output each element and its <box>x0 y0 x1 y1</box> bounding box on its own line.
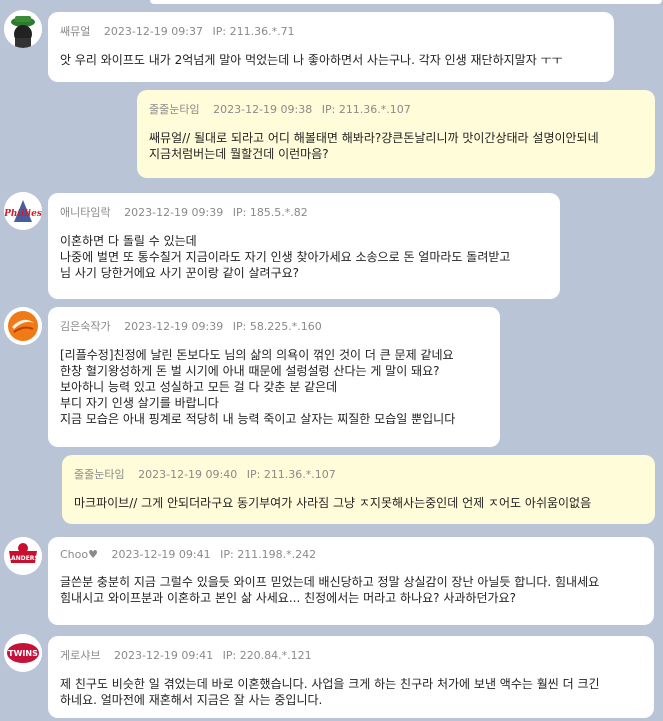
comment-bubble: 김은숙작가 2023-12-19 09:39 IP: 58.225.*.160 … <box>48 307 500 447</box>
phillies-logo-text: Phillies <box>4 209 42 219</box>
comment-meta: 게로샤브 2023-12-19 09:41 IP: 220.84.*.121 <box>60 647 642 663</box>
comment-ip: IP: 220.84.*.121 <box>222 649 312 662</box>
avatar[interactable]: Phillies <box>4 192 42 230</box>
comment-line: 한창 혈기왕성하게 돈 벌 시기에 아내 때문에 설렁설렁 산다는 게 말이 돼… <box>60 364 440 378</box>
comment-nickname[interactable]: Choo♥ <box>60 548 98 561</box>
comment-bubble: 쌔뮤얼 2023-12-19 09:37 IP: 211.36.*.71 앗 우… <box>48 12 614 82</box>
comment-nickname[interactable]: 쌔뮤얼 <box>60 25 90 38</box>
comment-ip: IP: 211.36.*.107 <box>321 103 411 116</box>
comment-bubble: 애니타임락 2023-12-19 09:39 IP: 185.5.*.82 이혼… <box>48 193 560 299</box>
comment-date: 2023-12-19 09:41 <box>111 548 211 561</box>
comment-date: 2023-12-19 09:37 <box>103 25 203 38</box>
orange-swirl-logo-icon <box>4 307 42 345</box>
twins-logo-icon: TWINS <box>4 634 42 672</box>
comment-date: 2023-12-19 09:40 <box>138 468 238 481</box>
comment-line: 지금처럼버는데 뭘할건데 이런마음? <box>149 147 329 161</box>
comment-text: 글쓴분 충분히 지금 그럴수 있을듯 와이프 믿었는데 배신당하고 정말 상실감… <box>60 574 642 606</box>
comment-text: 쌔뮤얼// 될대로 되라고 어디 해볼태면 해봐라?걍큰돈날리니까 맛이간상태라… <box>149 130 643 162</box>
comment-meta: 줄줄눈타임 2023-12-19 09:38 IP: 211.36.*.107 <box>149 101 643 117</box>
comment-bubble: Choo♥ 2023-12-19 09:41 IP: 211.198.*.242… <box>48 537 654 625</box>
comment-line: 앗 우리 와이프도 내가 2억넘게 말아 먹었는데 나 좋아하면서 사는구나. … <box>60 53 563 67</box>
comment-date: 2023-12-19 09:41 <box>113 649 214 662</box>
comment-line: 나중에 벌면 또 통수칠거 지금이라도 자기 인생 찾아가세요 소송으로 돈 얼… <box>60 250 511 264</box>
comment-line: 이혼하면 다 돌릴 수 있는데 <box>60 234 197 248</box>
comment-ip: IP: 211.36.*.107 <box>246 468 336 481</box>
comment-text: 이혼하면 다 돌릴 수 있는데 나중에 벌면 또 통수칠거 지금이라도 자기 인… <box>60 233 548 281</box>
comment-meta: 줄줄눈타임 2023-12-19 09:40 IP: 211.36.*.107 <box>74 466 643 482</box>
comment-line: 보아하니 능력 있고 성실하고 모든 걸 다 갖춘 분 같은데 <box>60 380 338 394</box>
comment-meta: 애니타임락 2023-12-19 09:39 IP: 185.5.*.82 <box>60 204 548 220</box>
comment-line: [리플수정]친정에 날린 돈보다도 님의 삶의 의욕이 꺾인 것이 더 큰 문제… <box>60 348 454 362</box>
previous-comment-edge <box>150 0 662 4</box>
comment-meta: 김은숙작가 2023-12-19 09:39 IP: 58.225.*.160 <box>60 318 488 334</box>
comment-bubble-own: 줄줄눈타임 2023-12-19 09:40 IP: 211.36.*.107 … <box>62 455 655 524</box>
phillies-logo-icon: Phillies <box>4 192 42 230</box>
landers-logo-icon: LANDERS <box>4 537 42 575</box>
avatar[interactable] <box>4 307 42 345</box>
comment-nickname[interactable]: 줄줄눈타임 <box>74 468 125 481</box>
comment-nickname[interactable]: 줄줄눈타임 <box>149 103 200 116</box>
avatar[interactable]: LANDERS <box>4 537 42 575</box>
twins-logo-text: TWINS <box>8 649 38 658</box>
comment-line: 지금 모습은 아내 핑계로 적당히 내 능력 죽이고 살자는 찌질한 모습일 뿐… <box>60 412 456 426</box>
comment-text: [리플수정]친정에 날린 돈보다도 님의 삶의 의욕이 꺾인 것이 더 큰 문제… <box>60 347 488 427</box>
comment-bubble-own: 줄줄눈타임 2023-12-19 09:38 IP: 211.36.*.107 … <box>137 90 655 178</box>
comment-bubble: 게로샤브 2023-12-19 09:41 IP: 220.84.*.121 제… <box>48 636 654 718</box>
comment-meta: Choo♥ 2023-12-19 09:41 IP: 211.198.*.242 <box>60 548 642 561</box>
comment-nickname[interactable]: 김은숙작가 <box>60 320 111 333</box>
comment-line: 마크파이브// 그게 안되더라구요 동기부여가 사라짐 그냥 ㅈ지못해사는중인데… <box>74 496 592 510</box>
comment-line: 님 사기 당한거에요 사기 꾼이랑 같이 살려구요? <box>60 266 300 280</box>
comment-line: 쌔뮤얼// 될대로 되라고 어디 해볼태면 해봐라?걍큰돈날리니까 맛이간상태라… <box>149 131 599 145</box>
comment-nickname[interactable]: 애니타임락 <box>60 206 111 219</box>
comment-text: 제 친구도 비슷한 일 겪었는데 바로 이혼했습니다. 사업을 크게 하는 친구… <box>60 676 642 708</box>
comment-meta: 쌔뮤얼 2023-12-19 09:37 IP: 211.36.*.71 <box>60 23 602 39</box>
comment-date: 2023-12-19 09:39 <box>124 206 224 219</box>
comment-date: 2023-12-19 09:38 <box>213 103 313 116</box>
avatar[interactable] <box>4 10 42 48</box>
comment-date: 2023-12-19 09:39 <box>124 320 224 333</box>
avatar[interactable]: TWINS <box>4 634 42 672</box>
comment-ip: IP: 185.5.*.82 <box>232 206 308 219</box>
comment-ip: IP: 211.36.*.71 <box>212 25 295 38</box>
comment-line: 힘내시고 와이프분과 이혼하고 본인 삶 사세요... 친정에서는 머라고 하나… <box>60 591 516 605</box>
comment-ip: IP: 58.225.*.160 <box>232 320 322 333</box>
comment-text: 마크파이브// 그게 안되더라구요 동기부여가 사라짐 그냥 ㅈ지못해사는중인데… <box>74 495 643 511</box>
comment-line: 글쓴분 충분히 지금 그럴수 있을듯 와이프 믿었는데 배신당하고 정말 상실감… <box>60 575 600 589</box>
hat-avatar-icon <box>4 10 42 48</box>
comment-line: 부디 자기 인생 살기를 바랍니다 <box>60 396 219 410</box>
comment-line: 제 친구도 비슷한 일 겪었는데 바로 이혼했습니다. 사업을 크게 하는 친구… <box>60 677 600 691</box>
comment-ip: IP: 211.198.*.242 <box>220 548 317 561</box>
comment-nickname[interactable]: 게로샤브 <box>60 649 100 662</box>
comment-line: 하네요. 얼마전에 재혼해서 지금은 잘 사는 중입니다. <box>60 693 323 707</box>
comment-text: 앗 우리 와이프도 내가 2억넘게 말아 먹었는데 나 좋아하면서 사는구나. … <box>60 52 602 68</box>
landers-logo-text: LANDERS <box>7 555 39 562</box>
